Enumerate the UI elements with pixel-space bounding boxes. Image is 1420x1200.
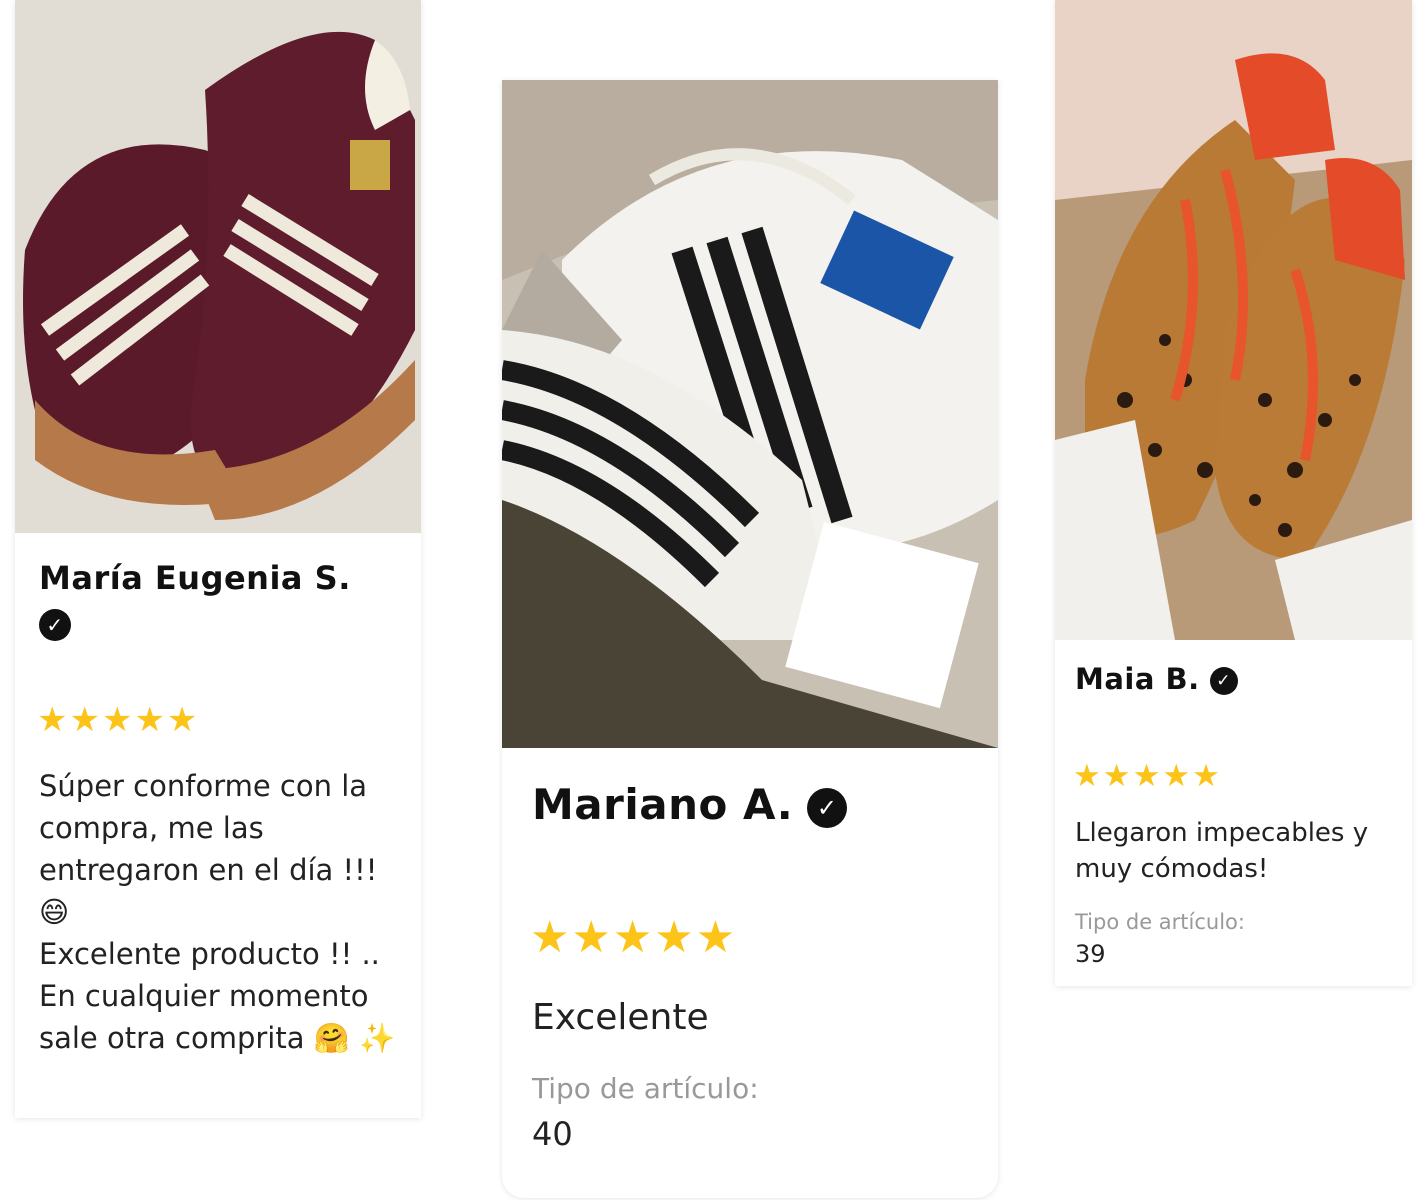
item-type-label: Tipo de artículo: xyxy=(1075,910,1245,934)
review-photo[interactable] xyxy=(502,80,998,748)
leopard-samba-sneakers-photo xyxy=(1055,0,1412,640)
review-photo[interactable] xyxy=(15,0,421,533)
reviewer-name: Maia B. ✓ xyxy=(1075,662,1238,696)
review-text: Llegaron impecables y muy cómodas! xyxy=(1075,818,1377,885)
burgundy-samba-sneakers-photo xyxy=(15,0,421,533)
item-type-value: 39 xyxy=(1075,940,1106,968)
review-card: Mariano A. ✓ ★★★★★ Excelente Tipo de artí… xyxy=(502,80,998,1198)
item-type-label: Tipo de artículo: xyxy=(532,1072,759,1105)
star-rating: ★★★★★ xyxy=(530,912,738,963)
review-photo[interactable] xyxy=(1055,0,1412,640)
reviewer-name-text: Mariano A. xyxy=(532,780,794,829)
reviewer-name-text: María Eugenia S. xyxy=(39,559,351,597)
review-text: Excelente xyxy=(532,997,709,1038)
review-card: Maia B. ✓ ★★★★★ Llegaron impecables y muy… xyxy=(1055,0,1412,986)
star-rating: ★★★★★ xyxy=(1073,758,1222,794)
review-card: María Eugenia S. ✓ ★★★★★ Súper conforme … xyxy=(15,0,421,1118)
verified-check-icon: ✓ xyxy=(39,608,71,641)
white-samba-sneakers-photo xyxy=(502,80,998,748)
star-rating: ★★★★★ xyxy=(37,700,200,740)
item-type-value: 40 xyxy=(532,1115,573,1153)
reviewer-name: Mariano A. ✓ xyxy=(532,780,848,829)
reviewer-name: María Eugenia S. ✓ xyxy=(39,558,409,641)
review-text: Súper conforme con la compra, me las ent… xyxy=(39,769,396,1056)
verified-check-icon: ✓ xyxy=(1209,667,1238,695)
verified-check-icon: ✓ xyxy=(807,787,848,828)
reviewer-name-text: Maia B. xyxy=(1075,662,1200,696)
